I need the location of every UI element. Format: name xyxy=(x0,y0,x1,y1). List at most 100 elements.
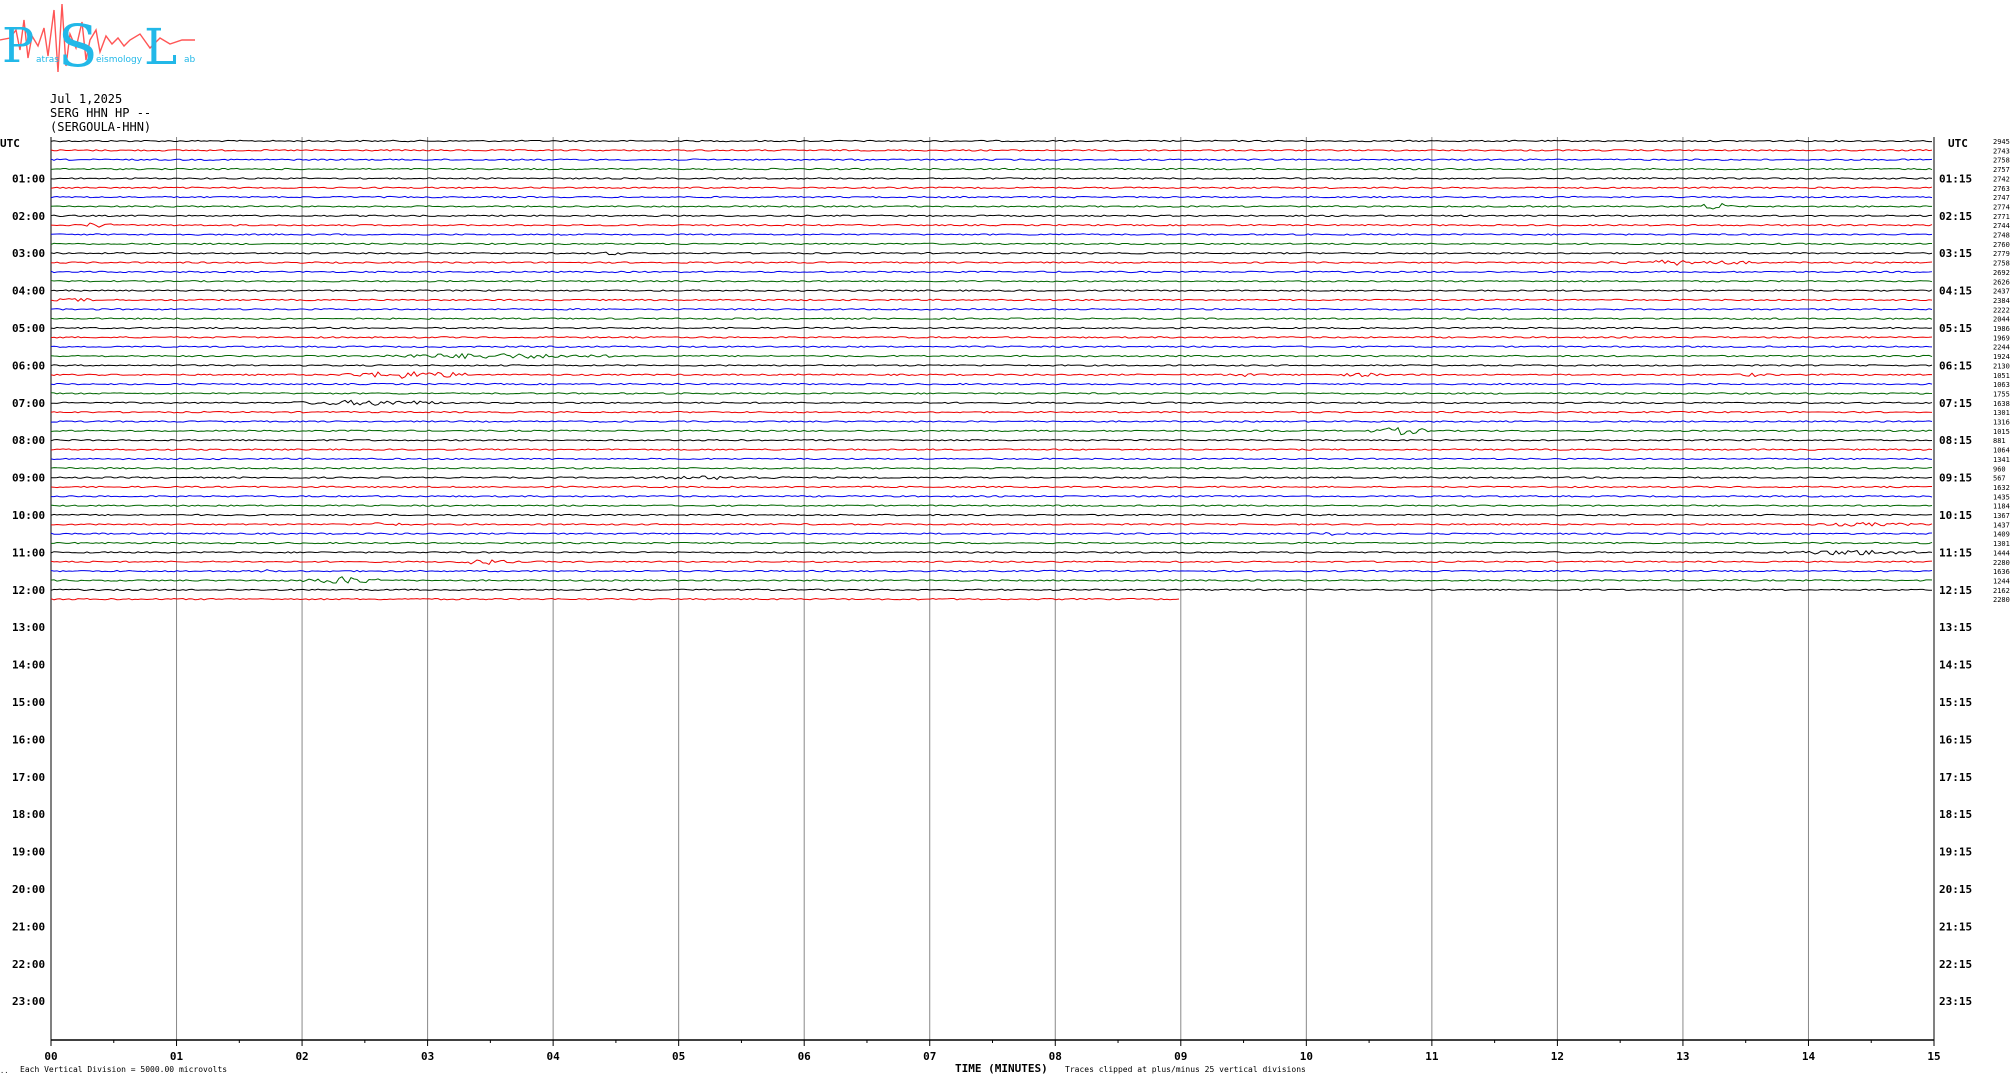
trace-rms-label: 1341 xyxy=(1993,456,2010,464)
hour-label-left: 16:00 xyxy=(12,733,45,746)
trace-line xyxy=(50,242,1933,246)
hour-label-left: 04:00 xyxy=(12,285,45,298)
trace-line xyxy=(50,251,1933,256)
hour-label-right: 18:15 xyxy=(1939,808,1972,821)
x-tick-label: 01 xyxy=(170,1050,184,1063)
trace-rms-label: 2758 xyxy=(1993,260,2010,268)
trace-line xyxy=(50,317,1933,320)
trace-line xyxy=(50,588,1933,592)
trace-lines xyxy=(50,139,1933,601)
trace-rms-label: 2945 xyxy=(1993,138,2010,146)
trace-line xyxy=(50,259,1933,266)
time-axis xyxy=(50,1039,1935,1046)
trace-rms-label: 2626 xyxy=(1993,278,2010,286)
trace-rms-label: 1063 xyxy=(1993,381,2010,389)
hour-label-right: 11:15 xyxy=(1939,546,1972,559)
hour-label-left: 10:00 xyxy=(12,509,45,522)
hour-label-right: 02:15 xyxy=(1939,210,1972,223)
trace-rms-label: 1301 xyxy=(1993,409,2010,417)
trace-line xyxy=(50,167,1933,171)
trace-rms-label: 1437 xyxy=(1993,521,2010,529)
trace-line xyxy=(50,158,1933,161)
scale-note: Each Vertical Division = 5000.00 microvo… xyxy=(20,1065,227,1074)
trace-line xyxy=(50,576,1933,584)
hour-label-left: 12:00 xyxy=(12,584,45,597)
x-tick-label: 10 xyxy=(1300,1050,1313,1063)
hour-label-left: 09:00 xyxy=(12,472,45,485)
trace-rms-label: 2758 xyxy=(1993,157,2010,165)
trace-rms-label: 2130 xyxy=(1993,362,2010,370)
trace-line xyxy=(50,336,1933,339)
x-tick-label: 02 xyxy=(295,1050,308,1063)
trace-rms-label: 2162 xyxy=(1993,587,2010,595)
trace-rms-label: 2692 xyxy=(1993,269,2010,277)
hour-label-left: 07:00 xyxy=(12,397,45,410)
clip-note: Traces clipped at plus/minus 25 vertical… xyxy=(1065,1065,1306,1074)
hour-label-left: 20:00 xyxy=(12,883,45,896)
trace-line xyxy=(50,426,1933,436)
trace-rms-label: 1301 xyxy=(1993,540,2010,548)
trace-rms-label: 1064 xyxy=(1993,447,2010,455)
helicorder-chart: UTC UTC TIME (MINUTES) Traces clipped at… xyxy=(0,137,2010,1075)
x-tick-label: 15 xyxy=(1927,1050,1940,1063)
trace-rms-label: 2244 xyxy=(1993,344,2010,352)
trace-rms-label: 2222 xyxy=(1993,306,2010,314)
hour-label-right: 03:15 xyxy=(1939,247,1972,260)
trace-line xyxy=(50,214,1933,218)
trace-rms-label: 2757 xyxy=(1993,166,2010,174)
trace-rms-label: 2747 xyxy=(1993,194,2010,202)
trace-line xyxy=(51,399,1933,406)
trace-rms-label: 1986 xyxy=(1993,325,2010,333)
trace-line xyxy=(50,597,1180,601)
hour-label-right: 04:15 xyxy=(1939,285,1972,298)
x-tick-label: 03 xyxy=(421,1050,434,1063)
trace-rms-label: 2763 xyxy=(1993,185,2010,193)
trace-line xyxy=(50,370,1933,379)
trace-line xyxy=(50,139,1933,143)
trace-rms-label: 1755 xyxy=(1993,390,2010,398)
trace-line xyxy=(50,504,1933,507)
trace-rms-label: 2280 xyxy=(1993,559,2010,567)
hour-label-left: 05:00 xyxy=(12,322,45,335)
trace-rms-label: 2743 xyxy=(1993,147,2010,155)
trace-rms-label: 1409 xyxy=(1993,531,2010,539)
trace-line xyxy=(50,495,1933,498)
trace-rms-label: 1316 xyxy=(1993,419,2010,427)
trace-line xyxy=(50,308,1933,311)
trace-rms-label: 1924 xyxy=(1993,353,2010,361)
x-tick-label: 12 xyxy=(1551,1050,1564,1063)
trace-rms-label: 2742 xyxy=(1993,175,2010,183)
hour-label-left: 22:00 xyxy=(12,958,45,971)
hour-label-left: 15:00 xyxy=(12,696,45,709)
hour-label-right: 08:15 xyxy=(1939,434,1972,447)
trace-rms-label: 2771 xyxy=(1993,213,2010,221)
trace-rms-label: 2748 xyxy=(1993,232,2010,240)
axis-labels: UTC UTC TIME (MINUTES) Traces clipped at… xyxy=(0,137,2010,1075)
trace-line xyxy=(50,513,1933,517)
trace-rms-label: 1444 xyxy=(1993,549,2010,557)
trace-line xyxy=(50,438,1933,442)
hour-label-right: 06:15 xyxy=(1939,359,1972,372)
trace-line xyxy=(50,186,1933,189)
trace-line xyxy=(50,233,1933,236)
hour-label-right: 22:15 xyxy=(1939,958,1972,971)
hour-label-left: 18:00 xyxy=(12,808,45,821)
trace-rms-label: 1015 xyxy=(1993,428,2010,436)
hour-label-left: 08:00 xyxy=(12,434,45,447)
trace-line xyxy=(50,289,1933,292)
trace-line xyxy=(50,382,1933,386)
hour-label-right: 16:15 xyxy=(1939,733,1972,746)
trace-line xyxy=(50,195,1933,199)
hour-label-left: 13:00 xyxy=(12,621,45,634)
trace-rms-label: 1367 xyxy=(1993,512,2010,520)
hour-label-right: 09:15 xyxy=(1939,472,1972,485)
trace-line xyxy=(50,410,1933,414)
trace-rms-label: 2774 xyxy=(1993,203,2010,211)
hour-label-left: 23:00 xyxy=(12,995,45,1008)
hour-label-left: 02:00 xyxy=(12,210,45,223)
x-tick-label: 05 xyxy=(672,1050,685,1063)
trace-line xyxy=(50,345,1933,348)
hour-label-right: 07:15 xyxy=(1939,397,1972,410)
hour-label-left: 03:00 xyxy=(12,247,45,260)
hour-label-left: 17:00 xyxy=(12,771,45,784)
